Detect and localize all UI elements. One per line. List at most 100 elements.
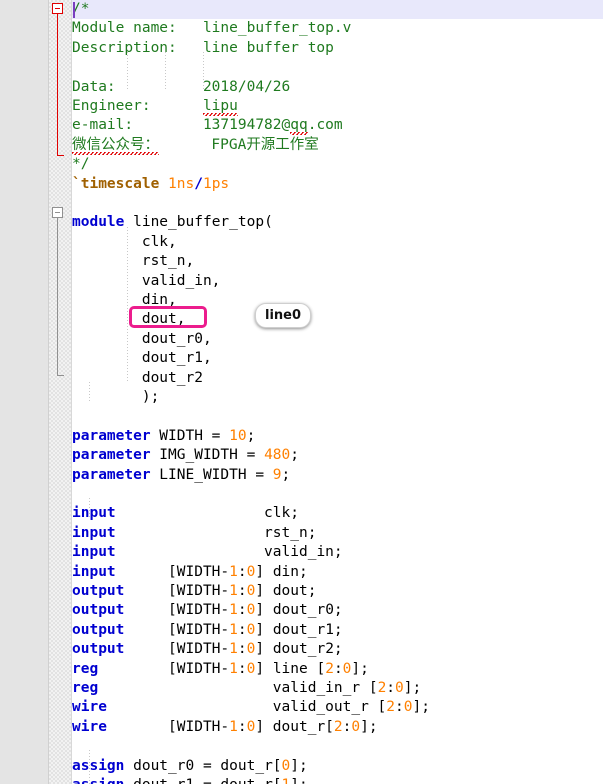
code-line-3[interactable]: Description: line buffer top: [72, 39, 603, 58]
code-line-13[interactable]: clk,: [72, 233, 603, 252]
code-line-40[interactable]: assign dout_r0 = dout_r[0];: [72, 757, 603, 776]
code-line-2[interactable]: Module name: line_buffer_top.v: [72, 19, 603, 38]
code-line-41[interactable]: assign dout_r1 = dout_r[1];: [72, 776, 603, 784]
code-token: 1ps: [202, 175, 230, 192]
code-token: valid_in_r [: [98, 680, 378, 696]
code-token: :: [333, 660, 343, 677]
code-token: ] dout;: [255, 583, 317, 599]
code-token: din,: [72, 292, 177, 308]
text-caret: [73, 2, 75, 18]
code-token: assign: [72, 757, 125, 774]
code-token: 1: [229, 621, 238, 638]
code-line-22[interactable]: [72, 407, 603, 426]
code-line-5[interactable]: Data: 2018/04/26: [72, 78, 603, 97]
code-line-26[interactable]: [72, 485, 603, 504]
code-line-29[interactable]: input valid_in;: [72, 543, 603, 562]
code-token: Data: 2018/04/26: [72, 78, 291, 95]
code-line-15[interactable]: valid_in,: [72, 272, 603, 291]
code-line-21[interactable]: );: [72, 388, 603, 407]
code-line-36[interactable]: reg valid_in_r [2:0];: [72, 679, 603, 698]
code-token: parameter: [72, 466, 151, 483]
code-token: LINE_WIDTH =: [150, 466, 273, 483]
code-token: valid_out_r [: [106, 699, 387, 716]
code-line-12[interactable]: module line_buffer_top(: [72, 213, 603, 232]
code-line-39[interactable]: [72, 737, 603, 756]
code-token: :: [237, 563, 247, 580]
code-token: :: [237, 718, 247, 735]
code-folding-gutter[interactable]: [49, 0, 71, 784]
code-token: 1: [282, 777, 291, 784]
code-line-31[interactable]: output [WIDTH-1:0] dout;: [72, 582, 603, 601]
code-token: WIDTH =: [150, 427, 230, 444]
code-token: assign: [72, 777, 124, 784]
misspelled-word: 微信公众号：: [72, 136, 159, 155]
fold-toggle-module[interactable]: [52, 207, 63, 218]
code-line-18[interactable]: dout_r0,: [72, 330, 603, 349]
code-token: line_buffer_top(: [124, 214, 273, 231]
code-token: [WIDTH-: [124, 621, 230, 638]
code-line-28[interactable]: input rst_n;: [72, 524, 603, 543]
code-token: clk,: [72, 233, 177, 250]
misspelled-word: lipu: [202, 98, 238, 116]
code-line-9[interactable]: */: [72, 155, 603, 174]
code-token: [WIDTH-: [124, 602, 230, 619]
code-token: 0: [395, 680, 404, 696]
code-text-area[interactable]: /* Module name: line_buffer_top.v Descri…: [72, 0, 603, 784]
code-line-33[interactable]: output [WIDTH-1:0] dout_r1;: [72, 621, 603, 640]
code-token: 1ns: [168, 175, 195, 192]
code-line-17[interactable]: dout,: [72, 310, 603, 329]
code-line-23[interactable]: parameter WIDTH = 10;: [72, 427, 603, 446]
code-token: ];: [412, 699, 430, 716]
code-line-25[interactable]: parameter LINE_WIDTH = 9;: [72, 466, 603, 485]
code-token: :: [237, 641, 247, 658]
code-token: 开源工作室: [246, 136, 319, 153]
code-line-34[interactable]: output [WIDTH-1:0] dout_r2;: [72, 640, 603, 659]
code-token: input: [72, 544, 116, 561]
code-editor[interactable]: 1234567891011121314151617181920212223242…: [0, 0, 603, 784]
code-token: [WIDTH-: [115, 563, 230, 580]
code-token: 1: [229, 718, 238, 735]
code-token: .com: [307, 117, 343, 134]
code-line-11[interactable]: [72, 194, 603, 213]
code-token: 1: [229, 641, 238, 658]
code-line-35[interactable]: reg [WIDTH-1:0] line [2:0];: [72, 660, 603, 679]
line-number-gutter: [0, 0, 49, 784]
code-token: input: [72, 524, 116, 541]
code-token: dout,: [72, 311, 186, 328]
code-token: 1: [229, 660, 238, 677]
code-token: rst_n;: [115, 524, 317, 541]
code-line-38[interactable]: wire [WIDTH-1:0] dout_r[2:0];: [72, 718, 603, 737]
code-line-32[interactable]: output [WIDTH-1:0] dout_r0;: [72, 601, 603, 620]
code-token: ];: [351, 660, 369, 677]
code-line-24[interactable]: parameter IMG_WIDTH = 480;: [72, 446, 603, 465]
gutter-divider: [71, 0, 72, 784]
code-line-16[interactable]: din,: [72, 291, 603, 310]
code-token: wire: [72, 699, 107, 716]
code-token: 0: [351, 718, 361, 735]
code-token: [WIDTH-: [106, 718, 230, 735]
code-token: e-mail: 137194782@: [72, 117, 291, 134]
code-token: :: [237, 621, 247, 638]
code-line-37[interactable]: wire valid_out_r [2:0];: [72, 698, 603, 717]
code-line-19[interactable]: dout_r1,: [72, 349, 603, 368]
fold-end-module: [57, 375, 64, 376]
code-line-27[interactable]: input clk;: [72, 504, 603, 523]
fold-guide-module: [57, 218, 58, 375]
code-token: ] line [: [255, 660, 326, 677]
code-line-1[interactable]: /*: [72, 0, 603, 19]
code-token: [WIDTH-: [124, 583, 230, 599]
code-token: output: [72, 583, 125, 599]
code-line-10[interactable]: `timescale 1ns/1ps: [72, 175, 603, 194]
code-line-14[interactable]: rst_n,: [72, 252, 603, 271]
code-line-4[interactable]: [72, 58, 603, 77]
code-line-8[interactable]: 微信公众号： FPGA开源工作室: [72, 136, 603, 155]
code-token: ] dout_r0;: [255, 602, 343, 619]
fold-toggle-comment-block[interactable]: [52, 3, 63, 14]
code-token: [WIDTH-: [124, 641, 230, 658]
code-line-6[interactable]: Engineer: lipu: [72, 97, 603, 116]
code-token: valid_in,: [72, 272, 221, 289]
code-line-20[interactable]: dout_r2: [72, 369, 603, 388]
code-line-30[interactable]: input [WIDTH-1:0] din;: [72, 563, 603, 582]
code-token: 2: [377, 680, 387, 696]
code-line-7[interactable]: e-mail: 137194782@qq.com: [72, 116, 603, 136]
